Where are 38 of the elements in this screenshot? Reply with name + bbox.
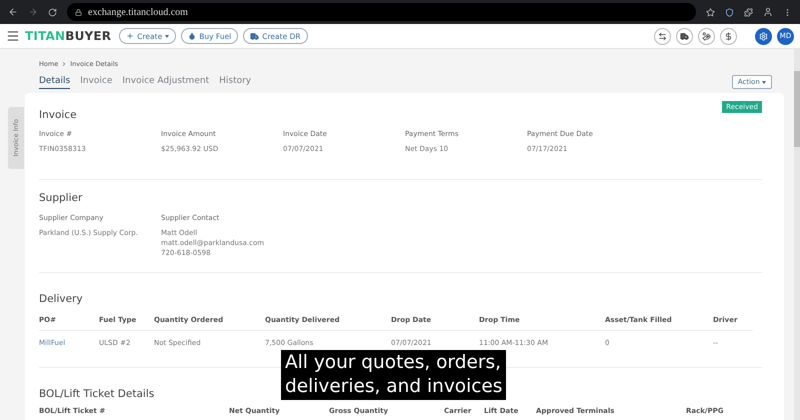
back-icon[interactable] (8, 7, 18, 17)
url-text: exchange.titancloud.com (88, 6, 188, 18)
bookmark-star-icon[interactable] (706, 8, 715, 16)
hand-coin-icon (702, 32, 711, 40)
hand-button[interactable] (698, 28, 715, 44)
shield-icon[interactable] (725, 8, 734, 16)
section-title: Invoice (39, 109, 77, 121)
extensions-icon[interactable] (744, 8, 753, 16)
settings-icon (759, 32, 768, 40)
swap-button[interactable] (654, 28, 671, 44)
forward-icon[interactable] (28, 7, 38, 17)
settings-button[interactable] (755, 28, 772, 44)
caret-icon (762, 80, 766, 84)
truck-icon (250, 32, 260, 40)
dollar-button[interactable] (720, 28, 737, 44)
swap-icon (658, 32, 667, 40)
truck-button[interactable] (676, 28, 693, 44)
profile-icon[interactable] (763, 7, 773, 17)
tab[interactable]: History (219, 76, 252, 89)
lock-icon (75, 8, 82, 16)
logo: TITANBUYER (25, 29, 112, 43)
menu-icon[interactable] (6, 29, 20, 43)
tab[interactable]: Invoice (80, 76, 112, 89)
plus-icon (126, 32, 134, 40)
scrollbar[interactable] (794, 49, 800, 420)
chevron-icon (61, 61, 68, 67)
drop-icon (188, 32, 196, 40)
truck-icon (680, 32, 689, 40)
section-title: Supplier (39, 192, 82, 204)
tab[interactable]: Details (39, 76, 70, 89)
caption-line: All your quotes, orders, (285, 351, 502, 375)
address-bar[interactable]: exchange.titancloud.com (67, 3, 696, 21)
reload-icon[interactable] (48, 8, 57, 16)
dollar-icon (724, 32, 733, 40)
section-title: Delivery (39, 293, 83, 305)
tab[interactable]: Invoice Adjustment (122, 76, 210, 89)
caption-line: deliveries, and invoices (285, 375, 502, 399)
section-title: BOL/Lift Ticket Details (39, 388, 154, 400)
